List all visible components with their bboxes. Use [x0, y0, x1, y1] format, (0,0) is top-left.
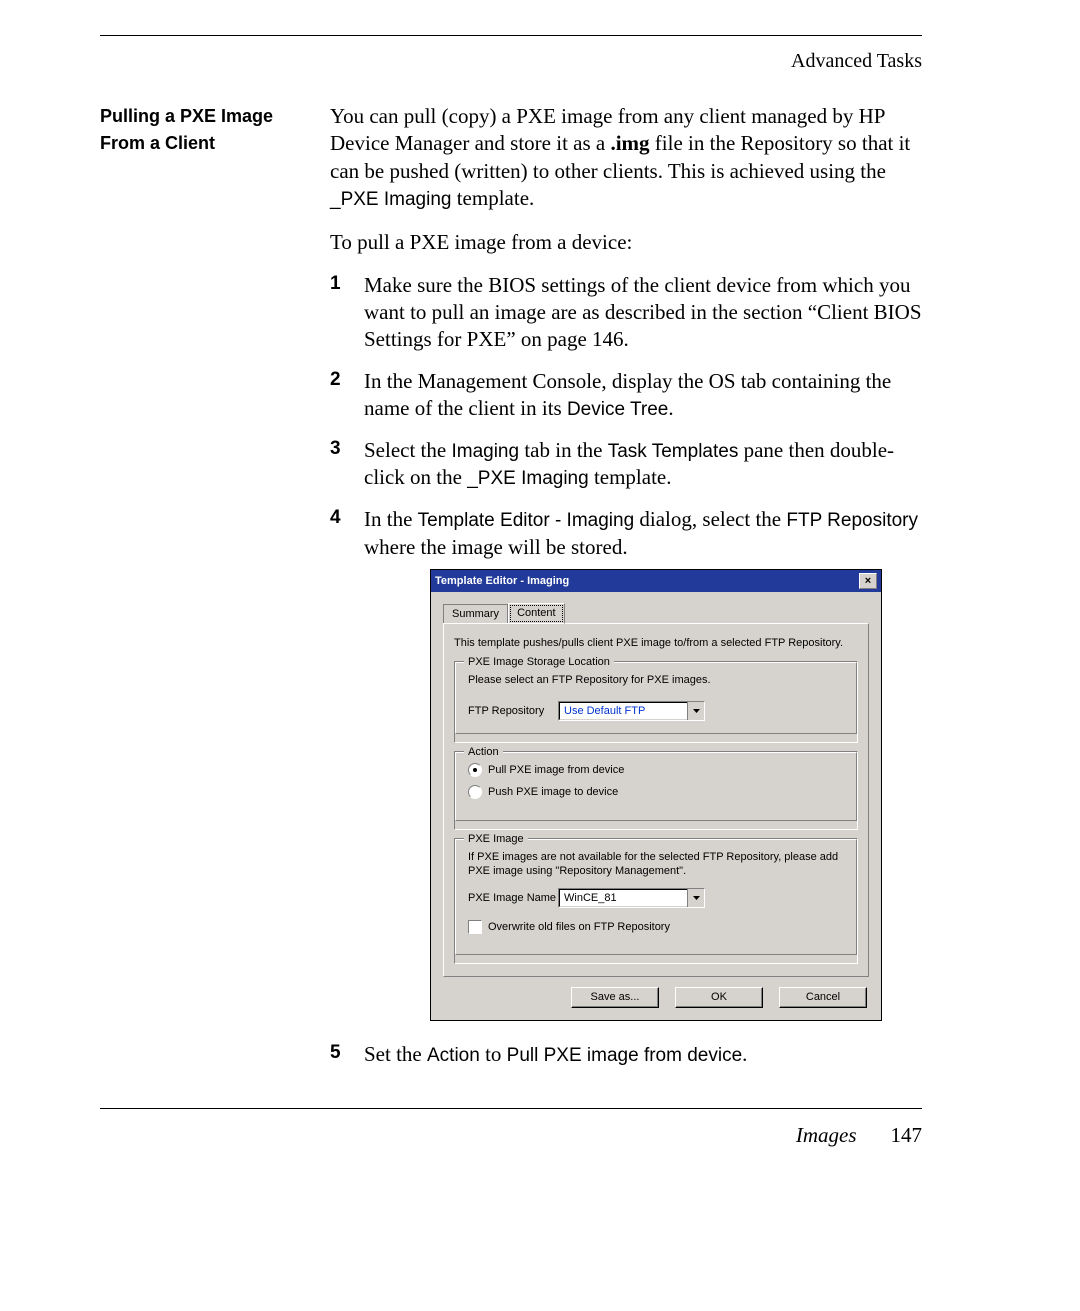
dialog-title: Template Editor - Imaging	[435, 574, 569, 588]
s2-tt: Device Tree	[567, 399, 668, 420]
header-section: Advanced Tasks	[100, 50, 922, 73]
overwrite-label: Overwrite old files on FTP Repository	[488, 920, 670, 934]
image-hint: If PXE images are not available for the …	[468, 850, 844, 879]
footer-page: 147	[891, 1123, 923, 1148]
ftp-repo-label: FTP Repository	[468, 704, 558, 718]
s4-tt1: Template Editor - Imaging	[418, 510, 635, 531]
ftp-repo-combo[interactable]: Use Default FTP	[558, 701, 705, 721]
step-4: In the Template Editor - Imaging dialog,…	[330, 506, 922, 1021]
s5-post: .	[742, 1042, 747, 1066]
step-1: Make sure the BIOS settings of the clien…	[330, 272, 922, 354]
storage-legend: PXE Image Storage Location	[464, 655, 614, 669]
tab-content[interactable]: Content	[508, 603, 565, 624]
intro-para: You can pull (copy) a PXE image from any…	[330, 103, 922, 213]
s3-mid: tab in the	[519, 438, 608, 462]
intro-post2: template.	[451, 186, 534, 210]
intro-template: _PXE Imaging	[330, 189, 451, 210]
image-name-combo[interactable]: WinCE_81	[558, 888, 705, 908]
s3-tt2: Task Templates	[608, 441, 739, 462]
radio-push[interactable]: Push PXE image to device	[468, 785, 844, 799]
bottom-rule	[100, 1108, 922, 1109]
s4-mid: dialog, select the	[634, 507, 786, 531]
group-storage: PXE Image Storage Location Please select…	[455, 662, 857, 734]
chevron-down-icon[interactable]	[687, 702, 704, 720]
footer-label: Images	[796, 1123, 857, 1148]
radio-pull-label: Pull PXE image from device	[488, 763, 624, 777]
action-legend: Action	[464, 745, 503, 759]
top-rule	[100, 35, 922, 36]
tab-summary[interactable]: Summary	[443, 604, 508, 623]
storage-hint: Please select an FTP Repository for PXE …	[468, 673, 844, 687]
s3-pre: Select the	[364, 438, 451, 462]
titlebar[interactable]: Template Editor - Imaging ×	[431, 570, 881, 592]
lead: To pull a PXE image from a device:	[330, 229, 922, 256]
step-3: Select the Imaging tab in the Task Templ…	[330, 437, 922, 492]
dialog-figure: Template Editor - Imaging × Summary Cont…	[430, 569, 922, 1021]
image-name-label: PXE Image Name	[468, 891, 558, 905]
group-image: PXE Image If PXE images are not availabl…	[455, 839, 857, 956]
s3-post: template.	[589, 465, 672, 489]
s5-mid: to	[480, 1042, 507, 1066]
chevron-down-icon[interactable]	[687, 889, 704, 907]
step-2: In the Management Console, display the O…	[330, 368, 922, 423]
image-legend: PXE Image	[464, 832, 528, 846]
image-name-value: WinCE_81	[559, 889, 687, 907]
side-heading: Pulling a PXE Image From a Client	[100, 103, 330, 157]
ftp-repo-value: Use Default FTP	[559, 702, 687, 720]
s2-post: .	[668, 396, 673, 420]
close-icon[interactable]: ×	[859, 573, 877, 589]
template-editor-dialog: Template Editor - Imaging × Summary Cont…	[430, 569, 882, 1021]
saveas-button[interactable]: Save as...	[571, 987, 659, 1007]
s5-tt1: Action	[427, 1045, 480, 1066]
step-5: Set the Action to Pull PXE image from de…	[330, 1041, 922, 1069]
radio-pull[interactable]: Pull PXE image from device	[468, 763, 844, 777]
group-action: Action Pull PXE image from device Push P…	[455, 752, 857, 821]
s3-tt1: Imaging	[451, 441, 519, 462]
overwrite-checkbox[interactable]	[468, 920, 482, 934]
dialog-description: This template pushes/pulls client PXE im…	[454, 636, 858, 650]
s4-pre: In the	[364, 507, 418, 531]
ok-button[interactable]: OK	[675, 987, 763, 1007]
cancel-button[interactable]: Cancel	[779, 987, 867, 1007]
s5-pre: Set the	[364, 1042, 427, 1066]
s5-tt2: Pull PXE image from device	[507, 1045, 743, 1066]
intro-bold: .img	[610, 131, 649, 155]
s4-post: where the image will be stored.	[364, 535, 628, 559]
s3-tt3: _PXE Imaging	[467, 468, 588, 489]
s4-tt2: FTP Repository	[786, 510, 918, 531]
radio-push-label: Push PXE image to device	[488, 785, 618, 799]
